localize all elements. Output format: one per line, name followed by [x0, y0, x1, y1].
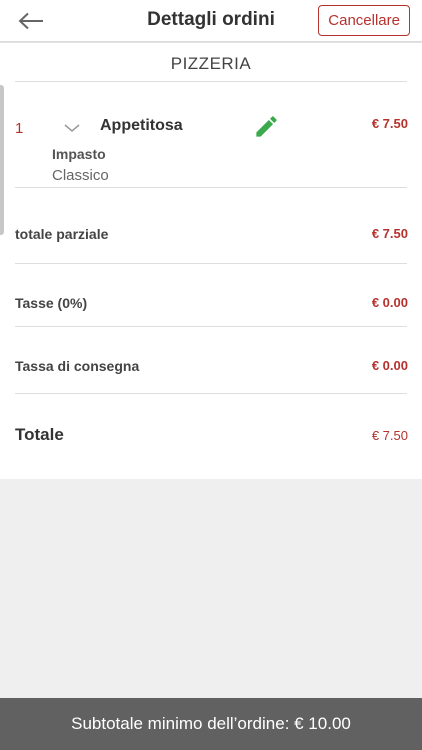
restaurant-name: PIZZERIA: [170, 54, 252, 73]
pencil-icon[interactable]: [253, 113, 280, 140]
item-option-label: Impasto: [52, 146, 106, 162]
delivery-fee-label: Tassa di consegna: [15, 358, 140, 374]
subtotal-label: totale parziale: [15, 226, 109, 242]
arrow-left-icon: [18, 12, 43, 30]
subtotal-value: € 7.50: [371, 226, 408, 241]
minimum-order-text: Subtotale minimo dell’ordine: € 10.00: [71, 714, 351, 733]
delivery-fee-value: € 0.00: [371, 358, 408, 373]
order-details-card: PIZZERIA 1 Appetitosa € 7.50 Impasto Cla…: [0, 43, 422, 479]
total-label: Totale: [15, 425, 64, 444]
divider: [15, 326, 407, 327]
divider: [15, 263, 407, 264]
divider: [15, 81, 407, 82]
divider: [15, 393, 407, 394]
item-option-value: Classico: [52, 167, 109, 184]
chevron-down-icon[interactable]: [64, 122, 80, 134]
item-price: € 7.50: [371, 116, 408, 131]
scroll-indicator[interactable]: [0, 85, 4, 235]
tax-label: Tasse (0%): [15, 295, 88, 311]
minimum-order-bar: Subtotale minimo dell’ordine: € 10.00: [0, 698, 422, 750]
item-quantity: 1: [15, 120, 24, 137]
cancel-button[interactable]: Cancellare: [318, 5, 410, 36]
divider: [15, 187, 407, 188]
item-name: Appetitosa: [100, 117, 183, 134]
total-value: € 7.50: [371, 428, 408, 443]
app-header: Dettagli ordini Cancellare: [0, 0, 422, 42]
tax-value: € 0.00: [371, 295, 408, 310]
back-button[interactable]: [14, 8, 48, 34]
